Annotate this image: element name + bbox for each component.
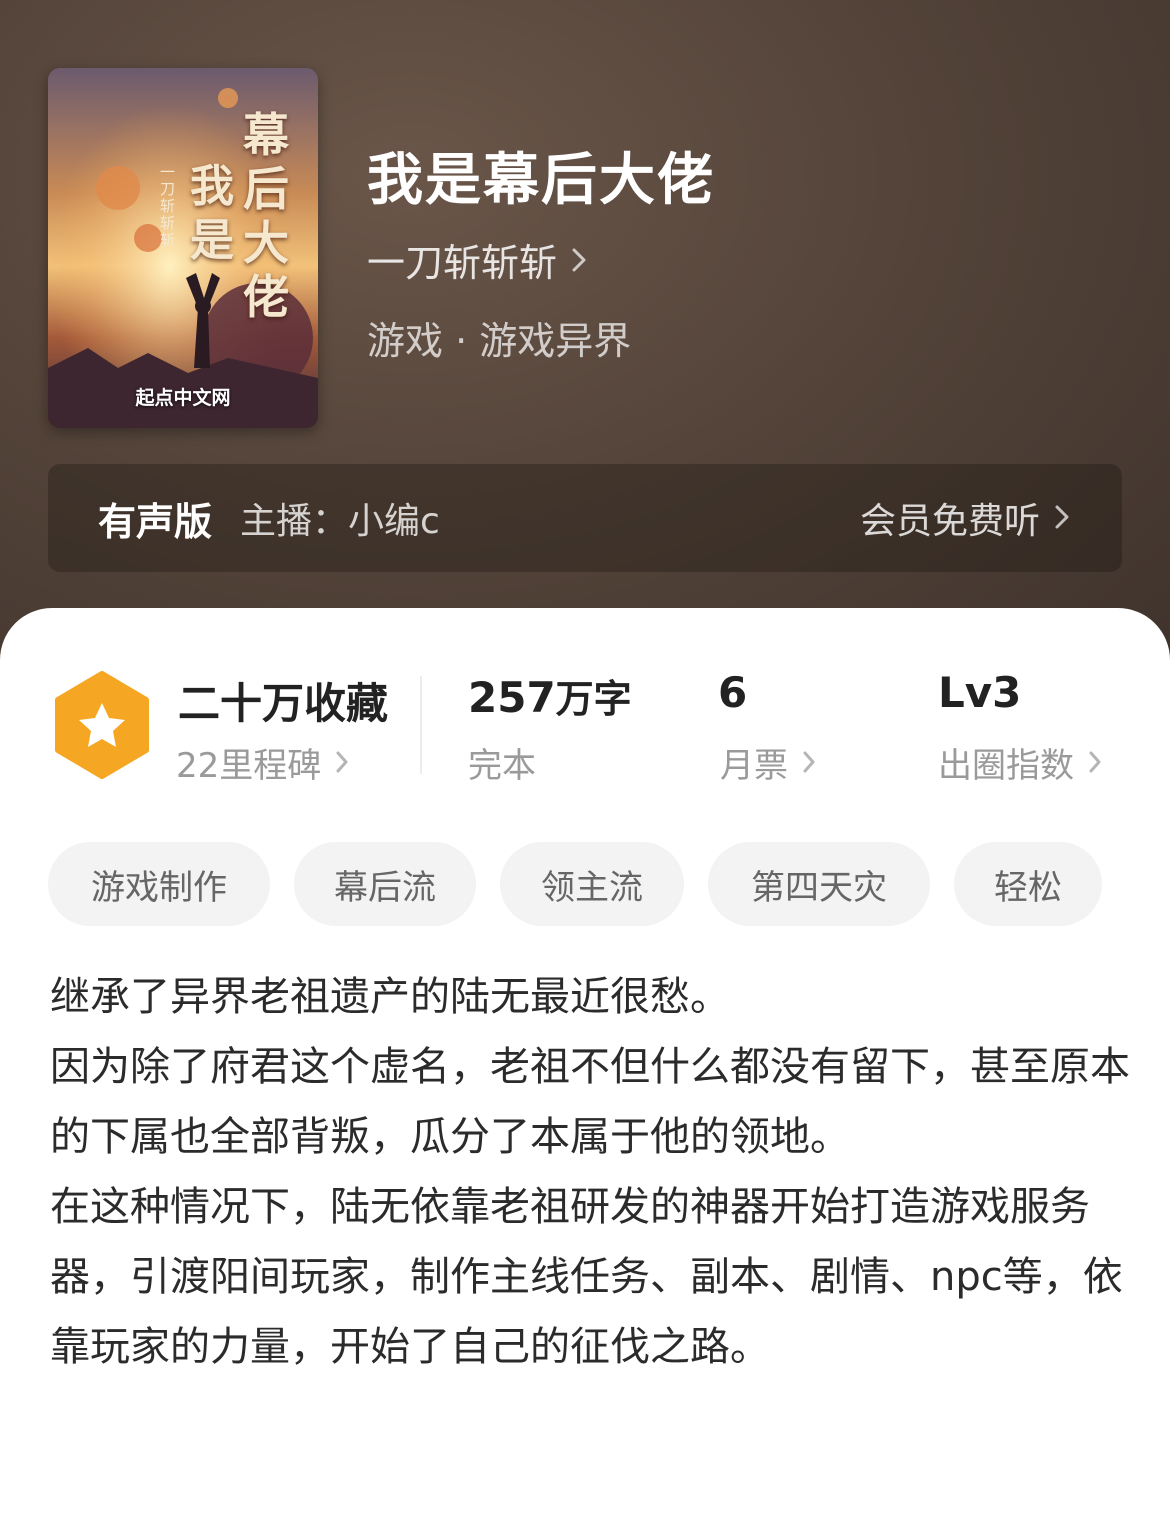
monthly-votes-link[interactable]: 月票 [720, 738, 816, 787]
audiobook-host: 主播：小编c [240, 501, 440, 542]
popularity-level: Lv3 [938, 668, 1022, 717]
member-free-listen-label: 会员免费听 [859, 501, 1040, 542]
book-genre[interactable]: 游戏 · 游戏异界 [367, 310, 631, 365]
word-count-number: 257 [468, 673, 556, 722]
cover-publisher: 起点中文网 [135, 387, 231, 409]
book-cover[interactable]: 幕 后 大 佬 我 是 一刀斩斩斩 起点中文网 [48, 68, 318, 428]
milestones-label: 22里程碑 [176, 746, 322, 786]
tag-game-making[interactable]: 游戏制作 [48, 842, 270, 926]
description-paragraph: 继承了异界老祖遗产的陆无最近很愁。 [50, 974, 730, 1020]
cover-title-text: 幕 后 大 佬 [243, 108, 289, 324]
member-free-listen-link[interactable]: 会员免费听 [860, 492, 1070, 544]
cover-title-left: 我 是 [190, 161, 234, 266]
chevron-right-icon [571, 238, 587, 282]
tag-behind-scenes[interactable]: 幕后流 [294, 842, 476, 926]
popularity-index-link[interactable]: 出圈指数 [938, 738, 1102, 787]
chevron-right-icon [335, 743, 349, 783]
completion-status: 完本 [468, 746, 536, 786]
monthly-votes-label: 月票 [720, 746, 788, 786]
chevron-right-icon [802, 743, 816, 783]
description-paragraph: 因为除了府君这个虚名，老祖不但什么都没有留下，甚至原本的下属也全部背叛，瓜分了本… [50, 1044, 1130, 1160]
tag-lord[interactable]: 领主流 [500, 842, 684, 926]
popularity-index-label: 出圈指数 [938, 746, 1074, 786]
milestones-link[interactable]: 22里程碑 [176, 738, 349, 787]
description-paragraph: 在这种情况下，陆无依靠老祖研发的神器开始打造游戏服务器，引渡阳间玩家，制作主线任… [50, 1184, 1123, 1370]
tag-relaxed[interactable]: 轻松 [954, 842, 1102, 926]
stats-divider [420, 676, 422, 774]
chevron-right-icon [1054, 498, 1070, 539]
book-title: 我是幕后大佬 [367, 148, 715, 213]
word-count: 257万字 [468, 668, 632, 723]
word-count-unit: 万字 [555, 677, 632, 721]
book-description: 继承了异界老祖遗产的陆无最近很愁。 因为除了府君这个虚名，老祖不但什么都没有留下… [50, 962, 1130, 1382]
cover-author-vertical: 一刀斩斩斩 [160, 163, 176, 249]
author-link[interactable]: 一刀斩斩斩 [367, 232, 587, 287]
chevron-right-icon [1088, 743, 1102, 783]
audiobook-bar[interactable]: 有声版 主播：小编c 会员免费听 [48, 464, 1122, 572]
tag-fourth-calamity[interactable]: 第四天灾 [708, 842, 930, 926]
author-name: 一刀斩斩斩 [367, 241, 558, 285]
star-badge-icon [52, 670, 152, 784]
monthly-votes-count: 6 [718, 668, 748, 717]
favorites-count: 二十万收藏 [178, 679, 389, 728]
audiobook-label: 有声版 [98, 499, 213, 544]
